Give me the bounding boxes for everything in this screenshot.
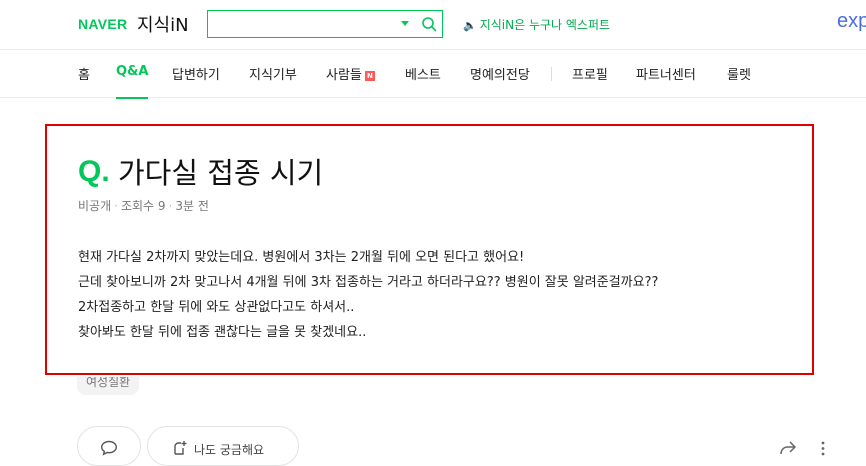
question-tag[interactable]: 여성질환 <box>77 377 140 395</box>
nav-item-qna[interactable]: Q&A <box>116 64 149 99</box>
nav-item-profile[interactable]: 프로필 <box>572 64 608 98</box>
new-badge: N <box>364 71 375 81</box>
more-options-icon[interactable] <box>818 441 828 456</box>
naver-logo[interactable]: NAVER <box>78 16 127 32</box>
question-body: 현재 가다실 2차까지 맞았는데요. 병원에서 3차는 2개월 뒤에 오면 된다… <box>78 245 798 345</box>
question-author: 비공개 <box>78 199 112 213</box>
search-dropdown-icon[interactable] <box>401 21 409 26</box>
nav-item-people-label: 사람들 <box>326 68 362 83</box>
share-icon[interactable] <box>779 440 797 456</box>
question-title: 가다실 접종 시기 <box>118 156 324 190</box>
expert-notice-text[interactable]: 지식iN은 누구나 엑스퍼트 <box>480 18 610 32</box>
speaker-icon: 🔈 <box>463 19 477 32</box>
nav-item-home[interactable]: 홈 <box>78 64 90 98</box>
comment-button[interactable] <box>77 426 141 466</box>
question-box: Q. 가다실 접종 시기 비공개 · 조회수 9 · 3분 전 현재 가다실 2차까지 … <box>45 124 814 375</box>
kin-logo[interactable]: 지식iN <box>137 11 189 37</box>
nav-item-people[interactable]: 사람들 N <box>326 64 375 98</box>
main-nav: 홈 Q&A 답변하기 지식기부 사람들 N 베스트 명예의전당 프로필 파트너센터… <box>0 50 866 99</box>
comment-icon <box>100 440 118 456</box>
question-body-line: 2차접종하고 한달 뒤에 와도 상관없다고도 하셔서.. <box>78 300 355 315</box>
curious-label: 나도 궁금해요 <box>194 443 265 457</box>
nav-item-donation[interactable]: 지식기부 <box>249 64 297 98</box>
nav-item-hall-of-fame[interactable]: 명예의전당 <box>470 64 530 98</box>
nav-item-answer[interactable]: 답변하기 <box>172 64 220 98</box>
search-input[interactable] <box>208 11 394 37</box>
nav-item-roulette[interactable]: 룰렛 <box>727 64 751 98</box>
question-body-line: 현재 가다실 2차까지 맞았는데요. 병원에서 3차는 2개월 뒤에 오면 된다… <box>78 250 525 265</box>
question-mark: Q. <box>78 155 110 188</box>
expert-notice[interactable]: 🔈 지식iN은 누구나 엑스퍼트 <box>463 16 610 33</box>
question-time: 3분 전 <box>175 199 209 213</box>
curious-button[interactable]: 나도 궁금해요 <box>147 426 299 466</box>
curious-icon <box>174 441 187 455</box>
question-body-line: 근데 찾아보니까 2차 맞고나서 4개월 뒤에 3차 접종하는 거라고 하더라구… <box>78 275 659 290</box>
search-icon[interactable] <box>421 16 437 32</box>
question-meta: 비공개 · 조회수 9 · 3분 전 <box>78 199 209 213</box>
nav-item-best[interactable]: 베스트 <box>405 64 441 98</box>
search-box[interactable] <box>207 10 443 38</box>
nav-divider <box>551 67 552 81</box>
nav-item-partner-center[interactable]: 파트너센터 <box>636 64 696 98</box>
question-views: 조회수 9 <box>120 199 166 213</box>
top-header: NAVER 지식iN 🔈 지식iN은 누구나 엑스퍼트 exp <box>0 0 866 50</box>
question-body-line: 찾아봐도 한달 뒤에 접종 괜찮다는 글을 못 찾겠네요.. <box>78 325 367 340</box>
expert-logo[interactable]: exp <box>837 10 866 33</box>
